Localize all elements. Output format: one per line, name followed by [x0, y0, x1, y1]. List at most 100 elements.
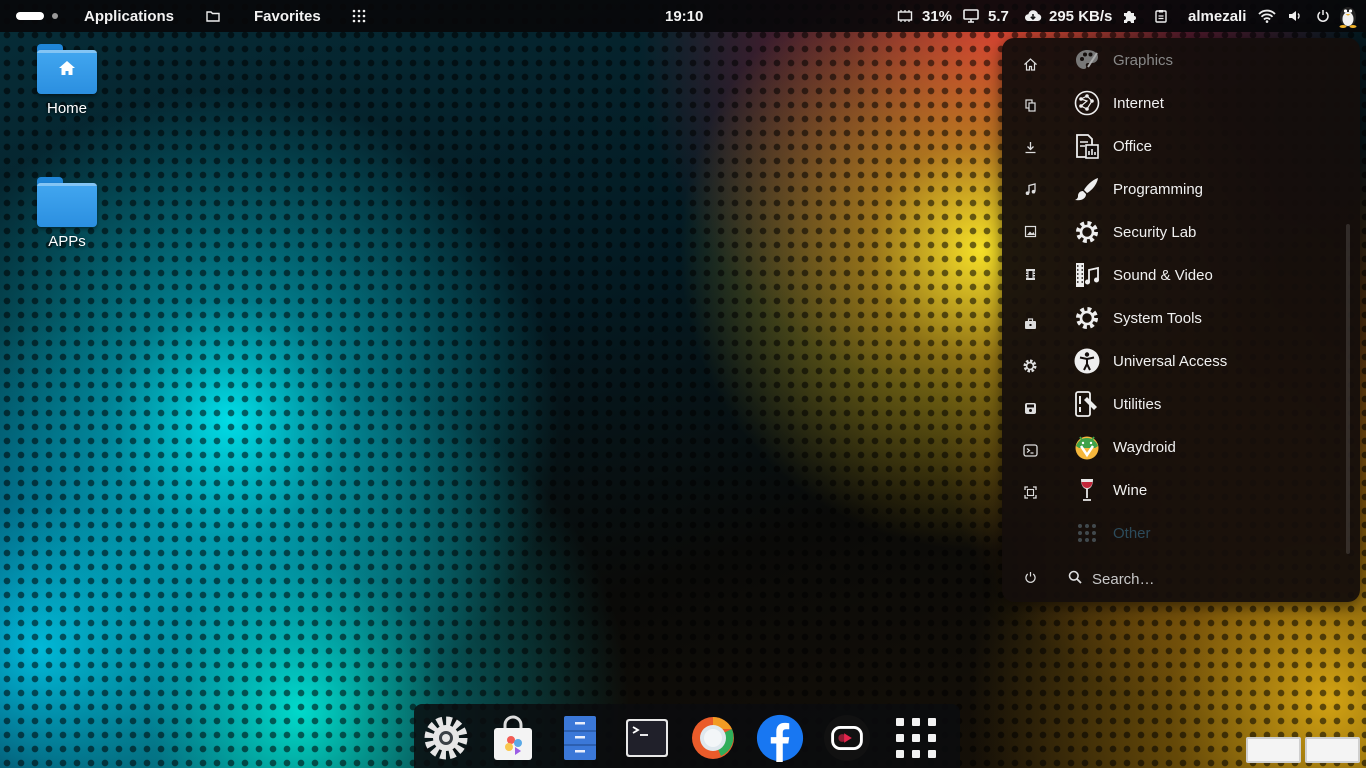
search-icon: [1068, 570, 1082, 589]
accessibility-icon: [1073, 347, 1101, 375]
category-utilities[interactable]: Utilities: [1066, 384, 1342, 424]
app-grid-icon[interactable]: [352, 0, 366, 32]
facebook-icon[interactable]: [756, 714, 804, 762]
battery-value[interactable]: 31%: [922, 0, 952, 32]
category-label: Internet: [1113, 94, 1164, 112]
video-player-icon[interactable]: [823, 714, 871, 762]
settings-icon[interactable]: [422, 714, 470, 762]
clock[interactable]: 19:10: [665, 0, 703, 32]
clipboard-icon[interactable]: [1155, 0, 1167, 32]
category-label: Graphics: [1113, 51, 1174, 69]
downloads-icon[interactable]: [1016, 133, 1044, 161]
category-label: Wine: [1113, 481, 1148, 499]
workspace-thumbnail-1[interactable]: [1246, 737, 1301, 763]
category-universal-access[interactable]: Universal Access: [1066, 341, 1342, 381]
gear-icon: [1073, 304, 1101, 332]
applications-menu-button[interactable]: Applications: [84, 0, 174, 32]
category-label: Universal Access: [1113, 352, 1228, 370]
favorites-label: Favorites: [254, 7, 321, 25]
category-label: Security Lab: [1113, 223, 1197, 241]
category-label: Programming: [1113, 180, 1204, 198]
office-icon: [1073, 132, 1101, 160]
display-icon[interactable]: [963, 0, 979, 32]
active-workspace-pill: [16, 12, 44, 20]
apps-folder-icon: [37, 177, 97, 227]
settings-gear-icon[interactable]: [1016, 352, 1044, 380]
screenshot-icon[interactable]: [1016, 478, 1044, 506]
category-wine[interactable]: Wine: [1066, 470, 1342, 510]
favorites-menu-button[interactable]: Favorites: [254, 0, 321, 32]
display-value-text: 5.7: [988, 7, 1009, 25]
category-sound-video[interactable]: Sound & Video: [1066, 255, 1342, 295]
workspace-indicator[interactable]: [16, 0, 58, 32]
desktop-icon-apps[interactable]: APPs: [22, 177, 112, 250]
home-icon[interactable]: [1016, 50, 1044, 78]
applications-label: Applications: [84, 7, 175, 25]
linux-penguin-icon[interactable]: [1337, 0, 1359, 32]
workspace-thumbnail-2[interactable]: [1305, 737, 1360, 763]
username: almezali: [1188, 7, 1247, 25]
user-menu[interactable]: almezali: [1188, 0, 1246, 32]
applications-menu: Graphics Internet Office Programming Sec…: [1002, 38, 1360, 602]
network-speed-text: 295 KB/s: [1049, 7, 1113, 25]
network-speed[interactable]: 295 KB/s: [1049, 0, 1112, 32]
brush-icon: [1073, 175, 1101, 203]
category-label: Office: [1113, 137, 1152, 155]
music-icon[interactable]: [1016, 175, 1044, 203]
category-label: System Tools: [1113, 309, 1202, 327]
volume-icon[interactable]: [1288, 0, 1302, 32]
wine-icon: [1073, 476, 1101, 504]
cloud-download-icon[interactable]: [1024, 0, 1042, 32]
network-icon: [1073, 89, 1101, 117]
menu-scrollbar[interactable]: [1346, 224, 1350, 554]
dock: [414, 704, 960, 768]
waydroid-icon: [1073, 433, 1101, 461]
category-label: Other: [1113, 524, 1151, 542]
category-system-tools[interactable]: System Tools: [1066, 298, 1342, 338]
extensions-puzzle-icon[interactable]: [1122, 0, 1139, 32]
terminal-icon[interactable]: [1016, 436, 1044, 464]
category-programming[interactable]: Programming: [1066, 169, 1342, 209]
category-label: Waydroid: [1113, 438, 1176, 456]
videos-icon[interactable]: [1016, 260, 1044, 288]
pictures-icon[interactable]: [1016, 217, 1044, 245]
category-other[interactable]: Other: [1066, 513, 1342, 553]
category-label: Utilities: [1113, 395, 1162, 413]
category-security-lab[interactable]: Security Lab: [1066, 212, 1342, 252]
utilities-icon: [1073, 390, 1101, 418]
palette-icon: [1073, 46, 1101, 74]
power-icon[interactable]: [1016, 563, 1044, 591]
gear-icon: [1073, 218, 1101, 246]
inactive-workspace-dot: [52, 13, 58, 19]
documents-icon[interactable]: [1016, 91, 1044, 119]
grid-icon: [1073, 519, 1101, 547]
terminal-icon[interactable]: [623, 714, 671, 762]
media-icon: [1073, 261, 1101, 289]
category-office[interactable]: Office: [1066, 126, 1342, 166]
category-list: Graphics Internet Office Programming Sec…: [1066, 38, 1342, 558]
top-panel: Applications Favorites 19:10 31% 5.7 295…: [0, 0, 1366, 32]
drive-icon[interactable]: [1016, 394, 1044, 422]
category-waydroid[interactable]: Waydroid: [1066, 427, 1342, 467]
desktop-icon-label: Home: [46, 100, 87, 117]
display-value[interactable]: 5.7: [988, 0, 1009, 32]
search-placeholder: Search…: [1092, 570, 1155, 588]
category-internet[interactable]: Internet: [1066, 83, 1342, 123]
file-cabinet-icon[interactable]: [556, 714, 604, 762]
desktop-icon-label: APPs: [48, 233, 86, 250]
places-sidebar: [1002, 38, 1058, 602]
browser-icon[interactable]: [689, 714, 737, 762]
battery-percent: 31%: [922, 7, 953, 25]
wifi-icon[interactable]: [1258, 0, 1276, 32]
clock-time: 19:10: [665, 7, 704, 25]
app-grid-icon[interactable]: [892, 714, 940, 762]
home-folder-icon: [37, 44, 97, 94]
software-store-icon[interactable]: [489, 714, 537, 762]
memory-icon[interactable]: [897, 0, 913, 32]
menu-search-field[interactable]: Search…: [1068, 566, 1350, 592]
power-icon[interactable]: [1316, 0, 1330, 32]
folder-icon[interactable]: [206, 0, 220, 32]
category-graphics[interactable]: Graphics: [1066, 40, 1342, 80]
desktop-icon-home[interactable]: Home: [22, 44, 112, 117]
toolbox-icon[interactable]: [1016, 309, 1044, 337]
